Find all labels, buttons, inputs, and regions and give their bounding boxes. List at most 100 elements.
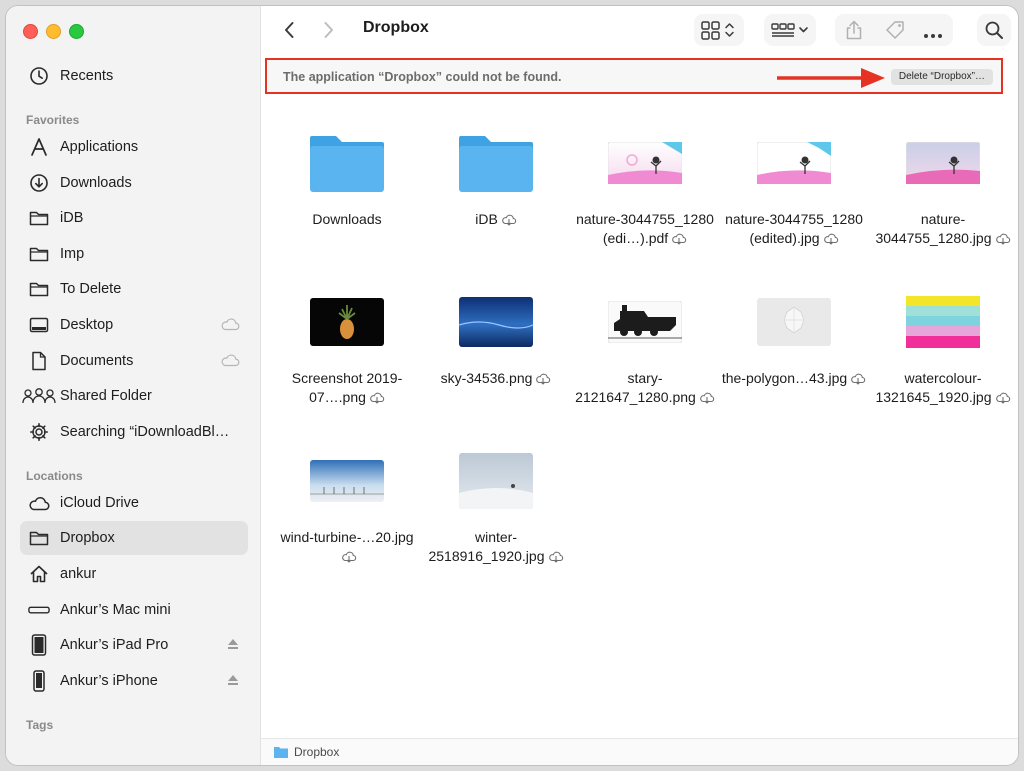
sidebar-item-desktop[interactable]: Desktop [20,308,248,342]
sidebar-item-label: iCloud Drive [60,495,139,511]
eject-icon[interactable] [226,673,240,691]
finder-window: Recents Favorites Applications Downloads… [6,6,1018,765]
sidebar-item-downloads[interactable]: Downloads [20,166,248,200]
minimize-window-button[interactable] [46,24,61,39]
group-by-button[interactable] [764,14,816,46]
file-item[interactable]: nature-3044755_1280 (edited).jpg [720,124,868,248]
file-item[interactable]: watercolour-1321645_1920.jpg [869,283,1017,407]
ipad-icon [28,634,50,656]
file-name: winter-2518916_1920.jpg [428,529,545,564]
tag-button[interactable] [885,20,907,45]
folder-icon [28,278,50,300]
clock-icon [28,65,50,87]
sidebar-item-label: To Delete [60,281,122,297]
file-item[interactable]: nature-3044755_1280.jpg [869,124,1017,248]
window-controls [23,24,84,39]
folder-icon [28,527,50,549]
icloud-download-icon [823,233,838,245]
close-window-button[interactable] [23,24,38,39]
sidebar-item-label: Documents [60,353,134,369]
section-header-favorites: Favorites [26,113,80,127]
sidebar-item-recents[interactable]: Recents [20,59,248,93]
search-icon [985,21,1003,39]
share-icon [846,20,862,40]
file-item[interactable]: Screenshot 2019-07….png [273,283,421,407]
sidebar-item-label: Imp [60,246,85,262]
image-thumbnail [310,298,384,346]
file-name: watercolour-1321645_1920.jpg [875,370,992,405]
forward-button[interactable] [315,16,343,44]
main-content: Dropbox The application “Dropbox” could … [261,6,1018,765]
sidebar-item-ipad[interactable]: Ankur’s iPad Pro [20,628,248,662]
image-thumbnail [310,460,384,502]
section-header-locations: Locations [26,469,83,483]
file-item[interactable]: stary-2121647_1280.png [571,283,719,407]
document-icon [28,350,50,372]
chevron-left-icon [285,22,294,38]
more-button[interactable] [923,26,943,44]
desktop-icon [28,314,50,336]
sidebar-item-label: ankur [60,566,97,582]
sidebar-item-iphone[interactable]: Ankur’s iPhone [20,664,248,698]
folder-icon [310,136,384,192]
icloud-status-icon [220,317,240,335]
chevron-right-icon [324,22,333,38]
sidebar-item-label: Dropbox [60,530,115,546]
toolbar: Dropbox [261,6,1018,54]
actions-button-group [835,14,953,46]
icloud-status-icon [220,353,240,371]
image-thumbnail [906,142,980,184]
applications-icon [28,136,50,158]
image-thumbnail [757,298,831,346]
file-item[interactable]: wind-turbine-…20.jpg [273,442,421,566]
icloud-download-icon [995,233,1010,245]
sidebar-item-imp[interactable]: Imp [20,237,248,271]
zoom-window-button[interactable] [69,24,84,39]
ellipsis-icon [924,34,942,38]
share-button[interactable] [845,20,863,45]
file-item[interactable]: the-polygon…43.jpg [720,283,868,388]
delete-dropbox-button[interactable]: Delete “Dropbox”… [890,69,993,85]
search-button[interactable] [977,14,1011,46]
image-thumbnail [608,301,682,343]
path-label: Dropbox [294,745,340,759]
home-icon [28,563,50,585]
sidebar-item-dropbox[interactable]: Dropbox [20,521,248,555]
sidebar-item-shared-folder[interactable]: Shared Folder [20,379,248,413]
icloud-download-icon [995,392,1010,404]
sidebar-item-label: iDB [60,210,84,226]
path-item[interactable]: Dropbox [273,745,339,759]
sidebar-item-label: Applications [60,139,139,155]
file-item[interactable]: iDB [422,124,570,229]
sidebar-item-documents[interactable]: Documents [20,344,248,378]
sidebar-item-label: Desktop [60,317,114,333]
file-item[interactable]: winter-2518916_1920.jpg [422,442,570,566]
eject-icon[interactable] [226,637,240,655]
sidebar-item-mac-mini[interactable]: Ankur’s Mac mini [20,593,248,627]
gear-icon [28,421,50,443]
sidebar: Recents Favorites Applications Downloads… [6,6,261,765]
file-name: wind-turbine-…20.jpg [280,529,414,545]
file-name: nature-3044755_1280.jpg [875,211,992,246]
file-name: nature-3044755_1280 (edi…).pdf [576,211,714,246]
view-mode-button[interactable] [694,14,744,46]
sidebar-item-label: Ankur’s iPad Pro [60,637,169,653]
sidebar-item-idb[interactable]: iDB [20,201,248,235]
back-button[interactable] [275,16,303,44]
file-name: sky-34536.png [440,370,533,386]
sidebar-item-smart-search[interactable]: Searching “iDownloadBl… [20,415,248,449]
sidebar-item-label: Shared Folder [60,388,152,404]
file-item[interactable]: sky-34536.png [422,283,570,388]
app-not-found-banner: The application “Dropbox” could not be f… [265,58,1003,94]
file-name: Downloads [312,211,382,227]
file-item[interactable]: Downloads [273,124,421,229]
image-thumbnail [757,142,831,184]
section-header-tags: Tags [26,718,54,732]
sidebar-item-to-delete[interactable]: To Delete [20,272,248,306]
folder-icon [459,136,533,192]
image-thumbnail [608,142,682,184]
sidebar-item-ankur[interactable]: ankur [20,557,248,591]
sidebar-item-applications[interactable]: Applications [20,130,248,164]
file-item[interactable]: nature-3044755_1280 (edi…).pdf [571,124,719,248]
sidebar-item-icloud-drive[interactable]: iCloud Drive [20,486,248,520]
